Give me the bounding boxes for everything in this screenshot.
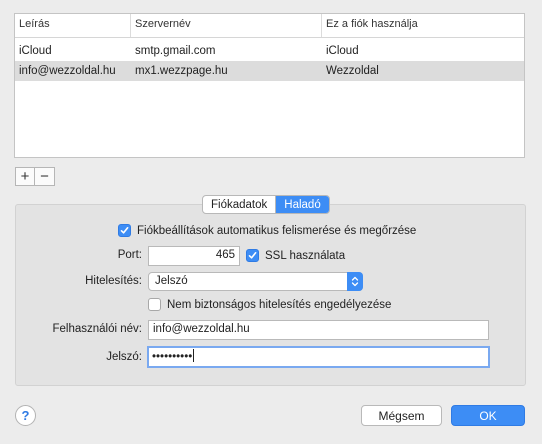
- auto-detect-option[interactable]: Fiókbeállítások automatikus felismerése …: [118, 224, 416, 237]
- ssl-checkbox[interactable]: [246, 249, 259, 262]
- username-label: Felhasználói név:: [52, 323, 143, 335]
- cell-server: mx1.wezzpage.hu: [135, 65, 228, 77]
- table-row[interactable]: iCloud smtp.gmail.com iCloud: [15, 41, 524, 61]
- port-field[interactable]: 465: [148, 246, 240, 266]
- tab-account-info[interactable]: Fiókadatok: [203, 196, 277, 213]
- add-account-button[interactable]: +: [15, 167, 35, 186]
- tab-bar: Fiókadatok Haladó: [202, 195, 330, 214]
- tab-advanced[interactable]: Haladó: [276, 196, 329, 213]
- auth-select[interactable]: Jelszó: [148, 272, 363, 291]
- text-caret: [193, 349, 195, 362]
- remove-account-button[interactable]: −: [35, 167, 55, 186]
- auth-label: Hitelesítés:: [85, 275, 142, 287]
- column-header-server[interactable]: Szervernév: [131, 14, 322, 37]
- cell-server: smtp.gmail.com: [135, 45, 216, 57]
- cell-used-by: Wezzoldal: [326, 65, 379, 77]
- table-row[interactable]: info@wezzoldal.hu mx1.wezzpage.hu Wezzol…: [15, 61, 524, 81]
- insecure-auth-label: Nem biztonságos hitelesítés engedélyezés…: [167, 298, 392, 311]
- insecure-auth-option[interactable]: Nem biztonságos hitelesítés engedélyezés…: [148, 298, 391, 311]
- port-label: Port:: [117, 249, 142, 261]
- username-field[interactable]: info@wezzoldal.hu: [148, 320, 489, 340]
- cancel-button[interactable]: Mégsem: [361, 405, 442, 426]
- ssl-label: SSL használata: [265, 249, 346, 262]
- auto-detect-checkbox[interactable]: [118, 224, 131, 237]
- auto-detect-label: Fiókbeállítások automatikus felismerése …: [137, 224, 417, 237]
- password-value: ••••••••••: [152, 351, 193, 363]
- ssl-option[interactable]: SSL használata: [246, 249, 345, 262]
- add-remove-group: + −: [15, 167, 55, 186]
- help-button[interactable]: ?: [15, 405, 36, 426]
- password-label: Jelszó:: [106, 351, 142, 363]
- cell-description: info@wezzoldal.hu: [19, 65, 116, 77]
- accounts-table: Leírás Szervernév Ez a fiók használja iC…: [14, 13, 525, 158]
- auth-select-value: Jelszó: [155, 275, 188, 287]
- cell-description: iCloud: [19, 45, 52, 57]
- cell-used-by: iCloud: [326, 45, 359, 57]
- ok-button[interactable]: OK: [451, 405, 525, 426]
- chevron-updown-icon: [347, 272, 363, 291]
- insecure-auth-checkbox[interactable]: [148, 298, 161, 311]
- column-header-used-by[interactable]: Ez a fiók használja: [322, 14, 524, 37]
- column-header-description[interactable]: Leírás: [15, 14, 131, 37]
- password-field[interactable]: ••••••••••: [147, 346, 490, 368]
- table-header: Leírás Szervernév Ez a fiók használja: [15, 14, 524, 38]
